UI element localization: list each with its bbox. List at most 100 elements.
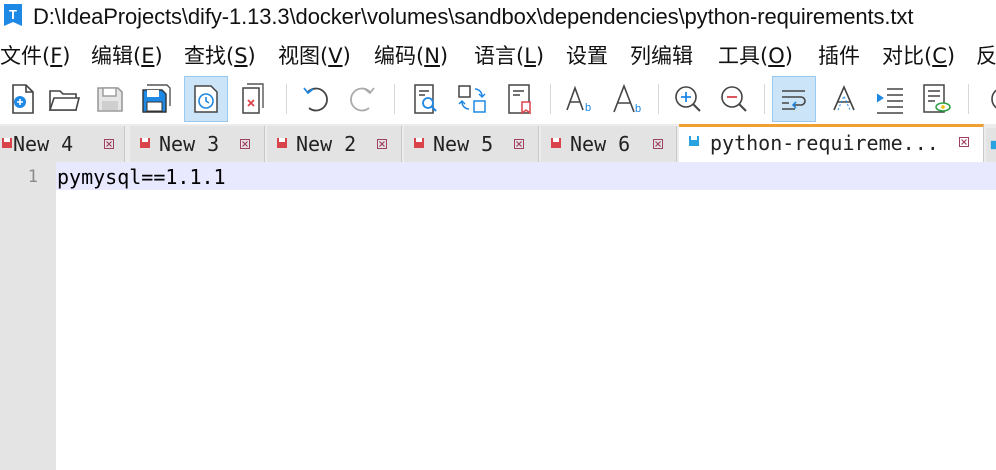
more-icon — [991, 89, 996, 109]
menu-column-edit-label: 列编辑 — [630, 44, 693, 68]
undo-icon — [303, 87, 328, 112]
bookmark-icon — [508, 84, 531, 115]
editor-area[interactable]: 1 pymysql==1.1.1 — [0, 162, 996, 470]
line-number: 1 — [27, 167, 38, 187]
title-bar: T D:\IdeaProjects\dify-1.13.3\docker\vol… — [0, 0, 996, 36]
menu-overflow-label: 反 — [976, 44, 996, 68]
find-icon — [414, 84, 437, 114]
menu-edit[interactable]: 编辑(E) — [91, 42, 163, 70]
more-tools-button[interactable] — [976, 76, 996, 122]
menu-overflow[interactable]: 反 — [976, 42, 996, 70]
menu-plugins-label: 插件 — [818, 44, 860, 68]
save-all-icon — [142, 84, 171, 113]
zoom-in-icon — [675, 86, 701, 112]
save-all-button[interactable] — [134, 76, 178, 122]
auto-save-button[interactable] — [184, 76, 228, 122]
menu-file[interactable]: 文件(F) — [0, 42, 71, 70]
menu-view-label: 视图( — [278, 44, 329, 68]
auto-save-icon — [194, 85, 218, 113]
new-file-button[interactable] — [0, 76, 44, 122]
tab-new-2[interactable]: New 2 — [267, 126, 402, 162]
menu-file-label: 文件( — [0, 44, 51, 68]
save-button[interactable] — [88, 76, 132, 122]
toolbar-separator — [286, 84, 287, 114]
code-line[interactable]: pymysql==1.1.1 — [57, 164, 226, 190]
zoom-out-icon — [721, 86, 747, 112]
tab-new-3[interactable]: New 3 — [130, 126, 265, 162]
close-tab-icon[interactable] — [514, 139, 524, 149]
menu-settings-label: 设置 — [566, 44, 608, 68]
tab-label: New 4 — [13, 132, 74, 156]
menu-search[interactable]: 查找(S) — [184, 42, 256, 70]
tab-label: New 3 — [159, 132, 220, 156]
close-file-button[interactable] — [232, 76, 276, 122]
menu-tools[interactable]: 工具(O) — [718, 42, 793, 70]
zoom-in-button[interactable] — [666, 76, 710, 122]
menu-language[interactable]: 语言(L) — [474, 42, 544, 70]
unsaved-file-icon — [551, 138, 561, 148]
menu-file-hotkey: F — [50, 44, 63, 68]
unsaved-file-icon — [2, 138, 12, 148]
open-file-button[interactable] — [42, 76, 86, 122]
tab-new-4[interactable]: New 4 — [0, 126, 125, 162]
zoom-out-button[interactable] — [712, 76, 756, 122]
tab-overflow[interactable] — [986, 128, 996, 162]
close-tab-icon[interactable] — [377, 139, 387, 149]
font-large-icon: b — [613, 83, 641, 115]
redo-button[interactable] — [340, 76, 384, 122]
unsaved-file-icon — [140, 138, 150, 148]
close-tab-icon[interactable] — [104, 139, 114, 149]
menu-tools-hotkey: O — [768, 44, 785, 68]
close-tab-icon[interactable] — [653, 139, 663, 149]
toolbar-separator — [658, 84, 659, 114]
menu-settings[interactable]: 设置 — [566, 42, 608, 70]
window-title: D:\IdeaProjects\dify-1.13.3\docker\volum… — [33, 4, 914, 29]
menu-compare-hotkey: C — [932, 44, 947, 68]
menu-edit-hotkey: E — [141, 44, 155, 68]
show-symbols-button[interactable] — [822, 76, 866, 122]
menu-search-hotkey: S — [234, 44, 248, 68]
tab-new-5[interactable]: New 5 — [404, 126, 539, 162]
menu-bar: 文件(F) 编辑(E) 查找(S) 视图(V) 编码(N) 语言(L) 设置 列… — [0, 38, 996, 74]
unsaved-file-icon — [414, 138, 424, 148]
find-button[interactable] — [404, 76, 448, 122]
menu-compare[interactable]: 对比(C) — [882, 42, 955, 70]
menu-language-hotkey: L — [524, 44, 536, 68]
tab-label: python-requireme... — [710, 131, 939, 155]
menu-view[interactable]: 视图(V) — [278, 42, 351, 70]
toolbar: b b — [0, 74, 996, 124]
bookmark-button[interactable] — [498, 76, 542, 122]
menu-view-suffix: ) — [342, 44, 351, 68]
saved-file-icon — [990, 140, 996, 150]
menu-language-label: 语言( — [474, 44, 525, 68]
font-small-glyph: b — [585, 102, 591, 114]
indent-guide-icon — [876, 88, 903, 114]
indent-guide-button[interactable] — [868, 76, 912, 122]
font-smaller-button[interactable]: b — [558, 76, 602, 122]
replace-button[interactable] — [450, 76, 494, 122]
menu-plugins[interactable]: 插件 — [818, 42, 860, 70]
tab-new-6[interactable]: New 6 — [541, 126, 677, 162]
tab-label: New 5 — [433, 132, 494, 156]
undo-button[interactable] — [294, 76, 338, 122]
word-wrap-button[interactable] — [772, 76, 816, 122]
menu-edit-suffix: ) — [154, 44, 163, 68]
redo-icon — [350, 87, 375, 112]
menu-encoding[interactable]: 编码(N) — [374, 42, 448, 70]
close-tab-icon[interactable] — [240, 139, 250, 149]
menu-column-edit[interactable]: 列编辑 — [630, 42, 693, 70]
font-larger-button[interactable]: b — [606, 76, 650, 122]
toolbar-separator — [550, 84, 551, 114]
tab-python-requirements[interactable]: python-requireme... — [679, 124, 984, 162]
tab-label: New 2 — [296, 132, 357, 156]
menu-encoding-hotkey: N — [424, 44, 440, 68]
document-map-button[interactable] — [914, 76, 958, 122]
toolbar-separator — [968, 84, 969, 114]
font-large-glyph: b — [635, 103, 641, 115]
menu-file-suffix: ) — [62, 44, 71, 68]
menu-encoding-suffix: ) — [439, 44, 449, 68]
menu-view-hotkey: V — [328, 44, 343, 68]
open-folder-icon — [48, 90, 81, 111]
word-wrap-icon — [782, 90, 806, 110]
close-tab-icon[interactable] — [959, 137, 969, 147]
